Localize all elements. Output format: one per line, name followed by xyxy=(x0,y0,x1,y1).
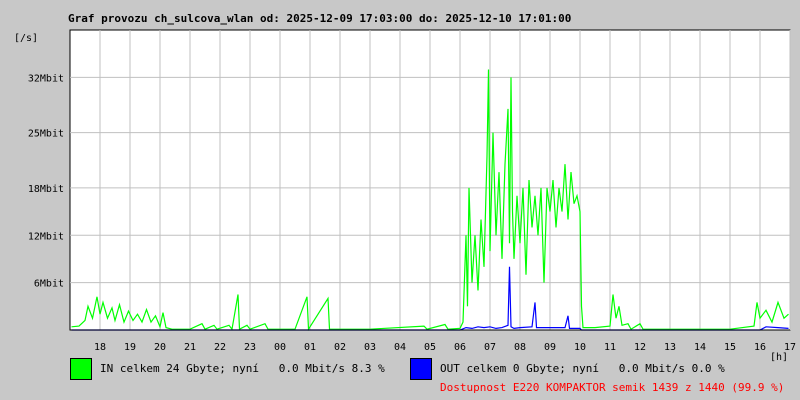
availability-text: Dostupnost E220 KOMPAKTOR semik 1439 z 1… xyxy=(440,381,785,394)
y-axis-label: [/s] xyxy=(14,33,38,44)
legend-out-swatch xyxy=(410,358,432,380)
x-tick-label: 20 xyxy=(154,342,166,353)
legend-in-text: IN celkem 24 Gbyte; nyní 0.0 Mbit/s 8.3 … xyxy=(100,362,385,375)
x-tick-label: 08 xyxy=(514,342,526,353)
y-tick-label: 12Mbit xyxy=(28,231,64,242)
x-tick-label: 21 xyxy=(184,342,196,353)
chart-title: Graf provozu ch_sulcova_wlan od: 2025-12… xyxy=(68,12,571,25)
x-tick-label: 06 xyxy=(454,342,466,353)
x-tick-label: 07 xyxy=(484,342,496,353)
x-axis-ticks: 18 19 20 21 22 23 00 01 02 03 04 05 06 07 08 09 10 11 12 13… xyxy=(94,342,796,353)
x-tick-label: 18 xyxy=(94,342,106,353)
x-tick-label: 02 xyxy=(334,342,346,353)
x-tick-label: 11 xyxy=(604,342,616,353)
y-tick-label: 25Mbit xyxy=(28,129,64,140)
x-tick-label: 00 xyxy=(274,342,286,353)
x-tick-label: 12 xyxy=(634,342,646,353)
x-tick-label: 01 xyxy=(304,342,316,353)
legend-in-swatch xyxy=(70,358,92,380)
x-tick-label: 17 xyxy=(784,342,796,353)
x-tick-label: 09 xyxy=(544,342,556,353)
x-tick-label: 19 xyxy=(124,342,136,353)
x-tick-label: 03 xyxy=(364,342,376,353)
legend-out-text: OUT celkem 0 Gbyte; nyní 0.0 Mbit/s 0.0 … xyxy=(440,362,725,375)
chart: Graf provozu ch_sulcova_wlan od: 2025-12… xyxy=(14,12,796,363)
y-tick-label: 32Mbit xyxy=(28,73,64,84)
y-axis-ticks: 6Mbit 12Mbit 18Mbit 25Mbit 32Mbit xyxy=(28,73,64,289)
x-tick-label: 10 xyxy=(574,342,586,353)
x-tick-label: 04 xyxy=(394,342,406,353)
x-tick-label: 16 xyxy=(754,342,766,353)
x-tick-label: 13 xyxy=(664,342,676,353)
y-tick-label: 18Mbit xyxy=(28,184,64,195)
x-tick-label: 23 xyxy=(244,342,256,353)
x-tick-label: 14 xyxy=(694,342,706,353)
y-tick-label: 6Mbit xyxy=(34,279,64,290)
x-tick-label: 22 xyxy=(214,342,226,353)
x-tick-label: 05 xyxy=(424,342,436,353)
x-axis-label: [h] xyxy=(770,352,788,363)
x-tick-label: 15 xyxy=(724,342,736,353)
